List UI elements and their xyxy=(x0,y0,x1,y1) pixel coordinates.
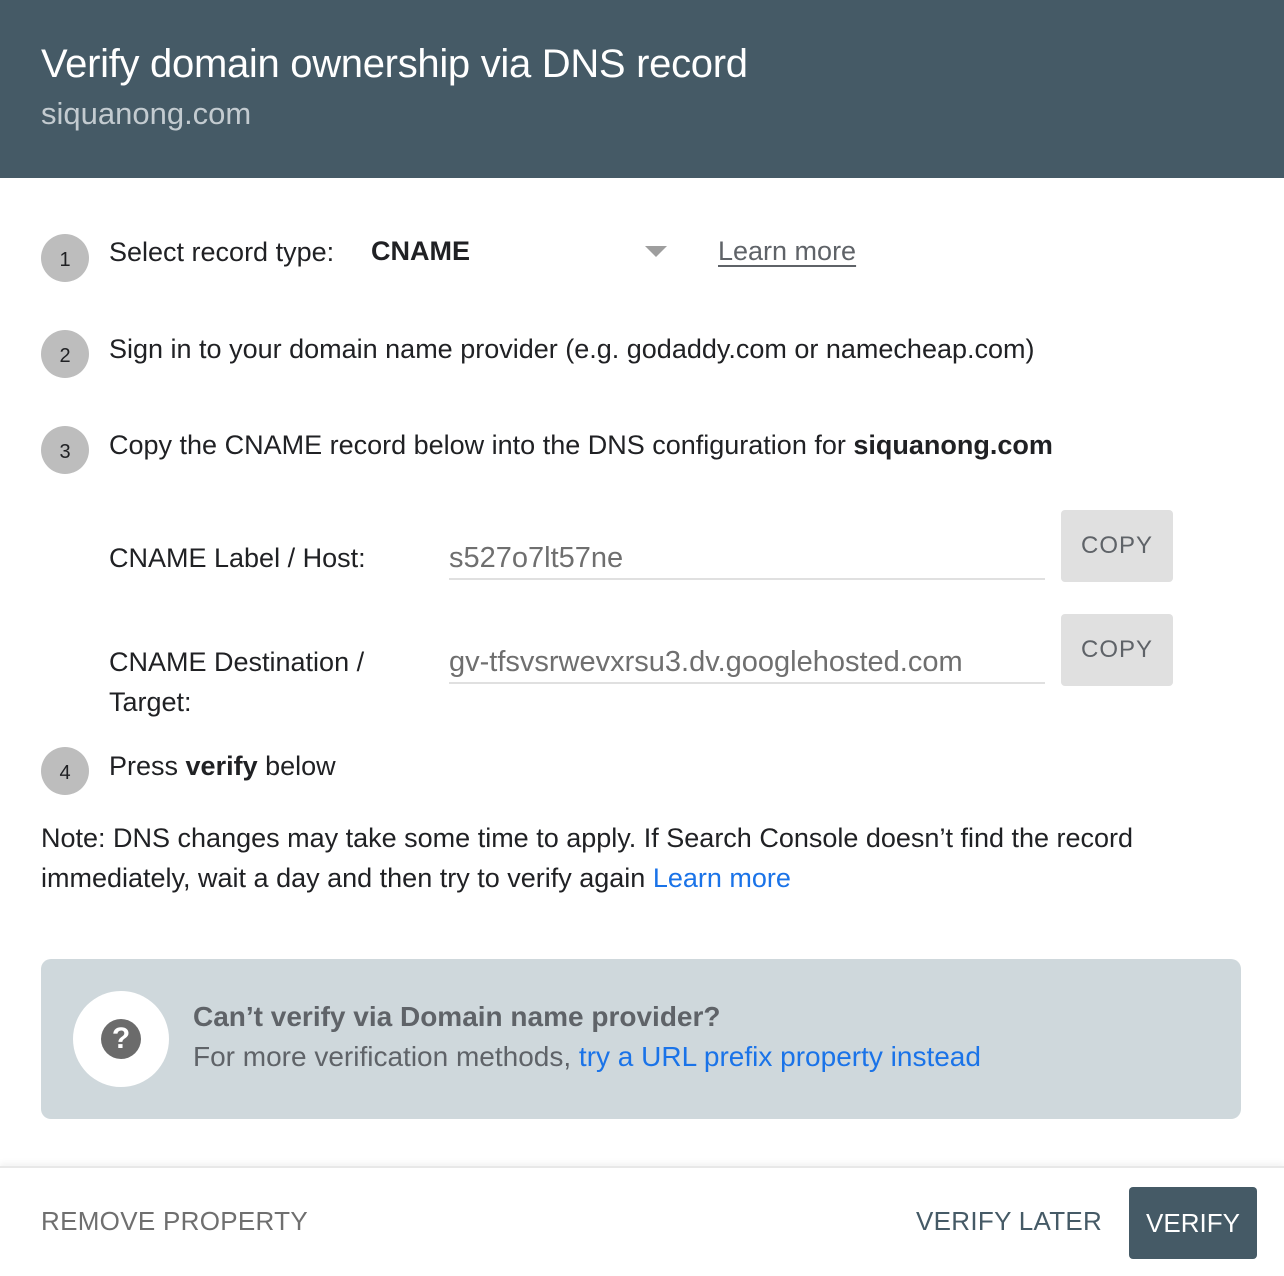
step-3-domain: siquanong.com xyxy=(853,430,1053,460)
step-3-text: Copy the CNAME record below into the DNS… xyxy=(109,430,1053,461)
help-desc-prefix: For more verification methods, xyxy=(193,1041,579,1072)
dns-note-text: Note: DNS changes may take some time to … xyxy=(41,823,1134,893)
cname-target-label-line1: CNAME Destination / xyxy=(109,647,365,677)
record-type-value[interactable]: CNAME xyxy=(371,236,470,267)
cname-host-label: CNAME Label / Host: xyxy=(109,543,366,573)
step-number-1: 1 xyxy=(41,234,89,282)
step-2-text: Sign in to your domain name provider (e.… xyxy=(109,334,1035,364)
help-icon-container: ? xyxy=(73,991,169,1087)
copy-host-button[interactable]: COPY xyxy=(1061,510,1173,582)
learn-more-link-record-type[interactable]: Learn more xyxy=(718,236,856,267)
copy-target-button[interactable]: COPY xyxy=(1061,614,1173,686)
cname-host-field[interactable]: s527o7lt57ne xyxy=(449,538,1045,580)
remove-property-button[interactable]: REMOVE PROPERTY xyxy=(41,1206,308,1237)
verify-button[interactable]: VERIFY xyxy=(1129,1187,1257,1259)
learn-more-link-note[interactable]: Learn more xyxy=(653,863,791,893)
step-4-prefix: Press xyxy=(109,751,186,781)
step-3-text-prefix: Copy the CNAME record below into the DNS… xyxy=(109,430,854,460)
question-circle-icon: ? xyxy=(101,1019,141,1059)
dns-note: Note: DNS changes may take some time to … xyxy=(41,818,1241,898)
chevron-down-icon[interactable] xyxy=(645,246,667,257)
step-1-label: Select record type: xyxy=(109,237,335,267)
step-4-text: Press verify below xyxy=(109,751,336,782)
dialog-header: Verify domain ownership via DNS record s… xyxy=(0,0,1284,178)
step-4-suffix: below xyxy=(257,751,336,781)
url-prefix-link[interactable]: try a URL prefix property instead xyxy=(579,1041,981,1072)
step-number-3: 3 xyxy=(41,426,89,474)
cname-target-field[interactable]: gv-tfsvsrwevxrsu3.dv.googlehosted.com xyxy=(449,642,1045,684)
domain-subtitle: siquanong.com xyxy=(41,96,252,131)
dialog-footer: REMOVE PROPERTY VERIFY LATER VERIFY xyxy=(0,1166,1284,1276)
cname-target-label-line2: Target: xyxy=(109,687,192,717)
dialog-title: Verify domain ownership via DNS record xyxy=(41,42,748,86)
help-title: Can’t verify via Domain name provider? xyxy=(193,1001,721,1032)
step-number-2: 2 xyxy=(41,330,89,378)
step-4-bold: verify xyxy=(185,751,258,781)
help-description: For more verification methods, try a URL… xyxy=(193,1041,981,1073)
verify-later-button[interactable]: VERIFY LATER xyxy=(916,1206,1102,1237)
cname-target-label: CNAME Destination / Target: xyxy=(109,642,364,722)
step-number-4: 4 xyxy=(41,747,89,795)
alternative-verification-box: ? Can’t verify via Domain name provider?… xyxy=(41,959,1241,1119)
